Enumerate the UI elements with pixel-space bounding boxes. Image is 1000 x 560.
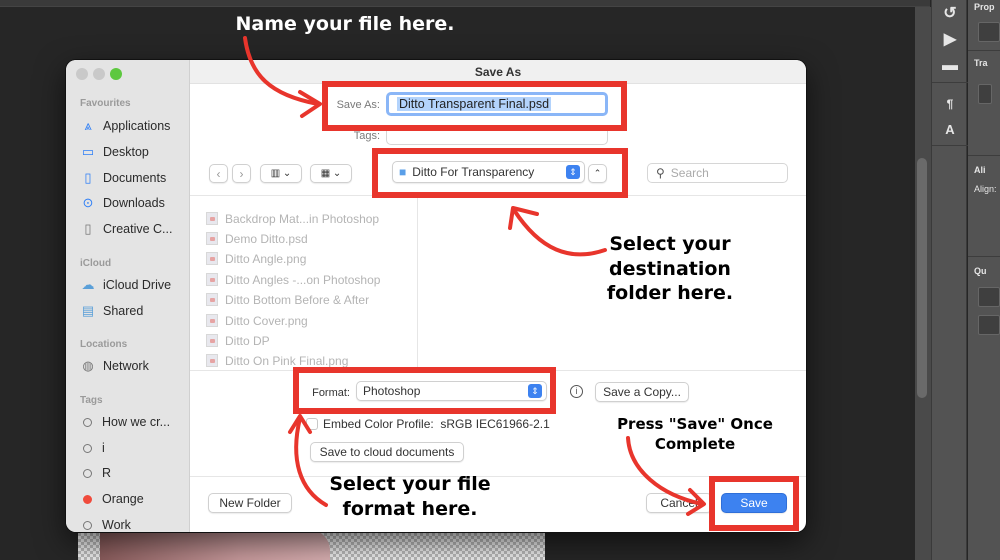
annotation-format: Select your file format here. [329, 473, 491, 520]
globe-icon: ◍ [82, 358, 94, 373]
cloud-icon: ☁ [81, 277, 95, 292]
quick-action-button[interactable] [978, 287, 1000, 307]
properties-panel: Prop Tra Ali Align: Qu [968, 0, 1000, 560]
annotation-destination: Select your destination folder here. [606, 233, 734, 305]
file-thumbnail-icon [206, 293, 218, 306]
downloads-icon: ⊙ [82, 195, 94, 210]
tag-circle-icon [83, 468, 92, 478]
group-button[interactable]: ▦ ⌄ [310, 164, 352, 183]
file-thumbnail-icon [206, 252, 218, 265]
tags-label: Tags: [353, 130, 380, 142]
grid-view-icon: ▦ ⌄ [320, 168, 342, 179]
file-thumbnail-icon [206, 314, 218, 327]
sidebar-section-locations: Locations [80, 339, 128, 350]
layer-thumbnail[interactable] [978, 22, 1000, 42]
embed-profile-label: Embed Color Profile: sRGB IEC61966-2.1 [323, 417, 550, 431]
sidebar-section-favourites: Favourites [80, 98, 131, 109]
file-item[interactable]: Ditto Angle.png [206, 249, 306, 268]
tag-circle-icon [83, 520, 92, 530]
transform-section[interactable]: Tra [974, 58, 988, 68]
paragraph-style-icon[interactable]: ¶ [940, 94, 960, 114]
canvas-scroll-thumb[interactable] [917, 158, 927, 398]
character-style-icon[interactable]: A [940, 120, 960, 140]
sidebar-section-icloud: iCloud [80, 258, 112, 269]
sidebar-tag-how-we[interactable]: How we cr... [80, 412, 170, 432]
file-thumbnail-icon [206, 273, 218, 286]
quick-action-button[interactable] [978, 315, 1000, 335]
file-thumbnail-icon [206, 232, 218, 245]
sidebar-tag-work[interactable]: Work [80, 515, 131, 532]
sidebar-item-desktop[interactable]: ▭ Desktop [80, 142, 149, 162]
file-item[interactable]: Ditto Angles -...on Photoshop [206, 270, 380, 289]
minimize-window-button[interactable] [93, 68, 105, 80]
file-thumbnail-icon [206, 354, 218, 367]
file-item[interactable]: Demo Ditto.psd [206, 229, 308, 248]
play-icon[interactable]: ▶ [940, 30, 960, 50]
forward-button[interactable]: › [232, 164, 251, 183]
sidebar-item-network[interactable]: ◍ Network [80, 356, 149, 376]
annotation-name-file: Name your file here. [235, 13, 455, 35]
desktop-icon: ▭ [81, 144, 95, 159]
tag-circle-icon [83, 443, 92, 453]
shared-folder-icon: ▤ [81, 303, 95, 318]
back-button[interactable]: ‹ [209, 164, 228, 183]
documents-icon: ▯ [84, 170, 92, 185]
applications-icon: ⩓ [84, 118, 92, 133]
cancel-button[interactable]: Cancel [646, 493, 712, 513]
dialog-title: Save As [474, 65, 522, 79]
sidebar-tag-i[interactable]: i [80, 438, 105, 458]
new-folder-button[interactable]: New Folder [208, 493, 292, 513]
save-to-cloud-button[interactable]: Save to cloud documents [310, 442, 464, 462]
highlight-location [372, 148, 628, 198]
align-section[interactable]: Ali [974, 165, 986, 175]
align-label: Align: [974, 184, 997, 194]
highlight-save-as [322, 81, 627, 131]
sidebar-item-shared[interactable]: ▤ Shared [80, 301, 143, 321]
column-divider[interactable] [417, 196, 418, 370]
tag-orange-dot-icon [83, 494, 92, 504]
link-icon[interactable] [978, 84, 992, 104]
quick-actions-section[interactable]: Qu [974, 266, 987, 276]
highlight-format [293, 367, 556, 414]
search-input[interactable]: ⚲ Search [647, 163, 788, 183]
tag-circle-icon [83, 417, 92, 427]
file-item[interactable]: Backdrop Mat...in Photoshop [206, 209, 379, 228]
history-icon[interactable]: ↺ [940, 4, 960, 24]
view-mode-button[interactable]: ▥ ⌄ [260, 164, 302, 183]
sidebar-section-tags: Tags [80, 395, 103, 406]
file-thumbnail-icon [206, 334, 218, 347]
save-copy-button[interactable]: Save a Copy... [595, 382, 689, 402]
comment-icon[interactable]: ▬ [940, 56, 960, 76]
chevron-left-icon: ‹ [216, 166, 221, 181]
search-icon: ⚲ [656, 166, 665, 180]
photoshop-panel-toolstrip: ↺ ▶ ▬ ¶ A [931, 0, 968, 560]
sidebar-item-documents[interactable]: ▯ Documents [80, 168, 166, 188]
file-item[interactable]: Ditto Cover.png [206, 311, 308, 330]
sidebar-item-downloads[interactable]: ⊙ Downloads [80, 193, 165, 213]
highlight-save-button [709, 476, 799, 531]
sidebar: Favourites ⩓ Applications ▭ Desktop ▯ Docum… [66, 60, 190, 532]
canvas-image [100, 530, 330, 560]
annotation-press-save: Press "Save" Once Complete [617, 415, 773, 453]
embed-profile-checkbox[interactable] [306, 418, 318, 430]
sidebar-tag-orange[interactable]: Orange [80, 489, 144, 509]
close-window-button[interactable] [76, 68, 88, 80]
zoom-window-button[interactable] [110, 68, 122, 80]
photoshop-options-bar [0, 0, 930, 7]
sidebar-item-creative-cloud[interactable]: ▯ Creative C... [80, 219, 172, 239]
file-item[interactable]: Ditto Bottom Before & After [206, 290, 369, 309]
file-item[interactable]: Ditto DP [206, 331, 270, 350]
sidebar-tag-r[interactable]: R [80, 463, 111, 483]
file-icon: ▯ [84, 221, 92, 236]
sidebar-item-applications[interactable]: ⩓ Applications [80, 116, 170, 136]
columns-view-icon: ▥ ⌄ [270, 168, 292, 179]
properties-panel-title: Prop [974, 2, 995, 12]
info-icon[interactable]: i [570, 385, 583, 398]
sidebar-item-icloud-drive[interactable]: ☁ iCloud Drive [80, 275, 172, 295]
file-thumbnail-icon [206, 212, 218, 225]
chevron-right-icon: › [239, 166, 244, 181]
